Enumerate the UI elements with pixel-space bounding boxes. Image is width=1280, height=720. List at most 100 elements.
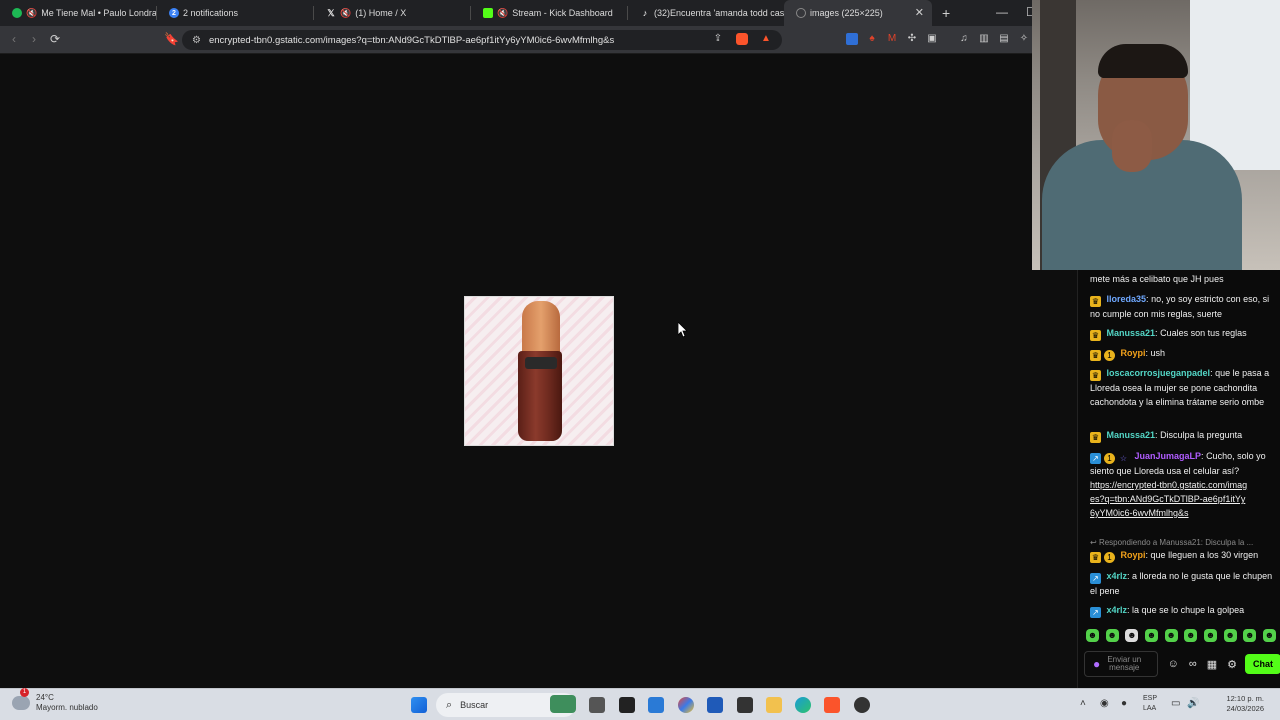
emote-picker-icon[interactable]: ☺ [1168, 658, 1179, 670]
product-image-leather-phone-case[interactable] [464, 296, 614, 446]
webcam-person-hair [1098, 44, 1188, 78]
emote-icon[interactable]: ☻ [1203, 629, 1217, 642]
chat-username[interactable]: JuanJumagaLP [1135, 451, 1202, 461]
send-chat-button[interactable]: Chat [1245, 654, 1280, 674]
settings-gear-icon[interactable]: ⚙ [1227, 658, 1237, 671]
crown-badge-icon: ♛ [1090, 330, 1101, 341]
media-app-icon[interactable] [737, 697, 753, 713]
microphone-icon[interactable]: ● [1093, 657, 1100, 671]
brave-browser-icon[interactable] [824, 697, 840, 713]
tab-kick-dashboard[interactable]: 🔇 Stream - Kick Dashboard [471, 0, 627, 26]
chat-username[interactable]: Roypi [1121, 348, 1146, 358]
emote-icon[interactable]: ☻ [1105, 629, 1119, 642]
chat-message: ↗ 1 ☆ JuanJumagaLP: Cucho, solo yo siento … [1090, 451, 1266, 520]
obs-studio-icon[interactable] [854, 697, 870, 713]
edge-browser-icon[interactable] [795, 697, 811, 713]
wallet-icon[interactable]: ▤ [998, 33, 1010, 45]
chat-input-bar: ● Enviar un mensaje ☺ ∞ ▦ ⚙ Chat [1084, 649, 1280, 679]
reload-button[interactable]: ⟳ [50, 32, 60, 46]
chat-username[interactable]: lloreda35 [1107, 294, 1147, 304]
tab-spotify[interactable]: 🔇 Me Tiene Mal • Paulo Londra [0, 0, 156, 26]
muted-speaker-icon[interactable]: 🔇 [26, 8, 37, 19]
muted-speaker-icon[interactable]: 🔇 [340, 8, 351, 19]
media-control-icon[interactable]: ♫ [958, 33, 970, 45]
chat-username[interactable]: Roypi [1121, 550, 1146, 560]
crown-badge-icon: ♛ [1090, 296, 1101, 307]
muted-speaker-icon[interactable]: 🔇 [497, 8, 508, 19]
case-phone-shape [525, 357, 557, 369]
sidebar-icon[interactable]: ▥ [978, 33, 990, 45]
new-tab-button[interactable]: + [942, 5, 950, 21]
tab-images-active[interactable]: images (225×225) ✕ [784, 0, 932, 26]
image-viewer-page [0, 55, 1077, 688]
tab-notifications[interactable]: 2 2 notifications [157, 0, 313, 26]
task-view-icon[interactable] [589, 697, 605, 713]
channel-points-icon[interactable]: ∞ [1189, 658, 1197, 670]
forward-button[interactable]: › [32, 32, 36, 46]
leo-ai-icon[interactable]: ✧ [1018, 33, 1030, 45]
globe-icon [796, 8, 806, 18]
stream-chat-panel: mete más a celibato que JH pues ♛ llored… [1077, 270, 1280, 688]
store-icon[interactable]: ▦ [1207, 658, 1217, 671]
screenshot-icon[interactable]: ▣ [926, 33, 938, 45]
brave-shields-icon[interactable] [736, 33, 748, 45]
minimize-window-button[interactable]: — [996, 5, 1008, 19]
subscriber-badge-icon: 1 [1104, 350, 1115, 361]
microphone-tray-icon[interactable]: ● [1121, 698, 1127, 709]
snipping-tool-icon[interactable] [648, 697, 664, 713]
extension-icon[interactable]: M [886, 33, 898, 45]
tab-x-home[interactable]: 𝕏 🔇 (1) Home / X [314, 0, 470, 26]
volume-icon[interactable]: 🔊 [1187, 698, 1199, 709]
close-tab-icon[interactable]: ✕ [915, 6, 924, 19]
browser-tab-strip: 🔇 Me Tiene Mal • Paulo Londra 2 2 notifi… [0, 0, 1040, 26]
chat-link[interactable]: https://encrypted-tbn0.gstatic.com/image… [1090, 478, 1250, 520]
brave-rewards-icon[interactable]: ▲ [760, 33, 772, 45]
search-highlight-icon[interactable] [550, 695, 576, 713]
subscriber-badge-icon: 1 [1104, 453, 1115, 464]
store-app-icon[interactable] [707, 697, 723, 713]
bookmark-icon[interactable]: 🔖 [164, 32, 179, 46]
extension-icon[interactable]: ♠ [866, 33, 878, 45]
system-clock[interactable]: 12:10 p. m. 24/03/2026 [1208, 694, 1264, 714]
share-icon[interactable]: ⇪ [712, 33, 724, 45]
chat-username[interactable]: x4rlz [1107, 605, 1128, 615]
tab-label: Me Tiene Mal • Paulo Londra [41, 8, 156, 18]
emote-icon[interactable]: ☻ [1223, 629, 1237, 642]
chat-message-input[interactable]: ● Enviar un mensaje [1084, 651, 1158, 677]
emote-icon[interactable]: ☻ [1086, 629, 1099, 642]
star-badge-icon: ☆ [1119, 454, 1128, 463]
emote-icon[interactable]: ☻ [1184, 629, 1198, 642]
emote-icon[interactable]: ☻ [1262, 629, 1276, 642]
back-button[interactable]: ‹ [12, 32, 16, 46]
file-explorer-icon[interactable] [766, 697, 782, 713]
language-indicator[interactable]: ESP LAA [1143, 694, 1157, 714]
tiktok-icon: ♪ [642, 8, 648, 18]
tab-tiktok[interactable]: ♪ (32)Encuentra 'amanda todd caso' [628, 0, 784, 26]
tray-app-icon[interactable]: ◉ [1100, 698, 1109, 709]
chat-username[interactable]: loscacorrosjueganpadel [1107, 368, 1211, 378]
translate-extension-icon[interactable] [846, 33, 858, 45]
windows-start-icon[interactable] [411, 697, 427, 713]
tab-label: (1) Home / X [355, 8, 407, 18]
chat-username[interactable]: Manussa21 [1107, 430, 1156, 440]
weather-widget[interactable]: 1 24°C Mayorm. nublado [12, 688, 98, 713]
subscriber-badge-icon: 1 [1104, 552, 1115, 563]
browser-toolbar: ‹ › ⟳ 🔖 ⚙ encrypted-tbn0.gstatic.com/ima… [0, 26, 1040, 54]
copilot-icon[interactable] [678, 697, 694, 713]
webcam-overlay [1032, 0, 1280, 270]
crown-badge-icon: ♛ [1090, 350, 1101, 361]
extensions-puzzle-icon[interactable]: ✣ [906, 33, 918, 45]
chat-username[interactable]: x4rlz [1107, 571, 1128, 581]
emote-icon[interactable]: ☻ [1125, 629, 1139, 642]
site-settings-icon[interactable]: ⚙ [192, 35, 201, 46]
address-bar[interactable]: ⚙ encrypted-tbn0.gstatic.com/images?q=tb… [182, 30, 782, 50]
emote-icon[interactable]: ☻ [1243, 629, 1257, 642]
crown-badge-icon: ♛ [1090, 552, 1101, 563]
chat-username[interactable]: Manussa21 [1107, 328, 1156, 338]
show-hidden-icons-chevron-icon[interactable]: ˄ [1080, 698, 1086, 709]
terminal-app-icon[interactable] [619, 697, 635, 713]
network-icon[interactable]: ▭ [1171, 698, 1180, 709]
emote-icon[interactable]: ☻ [1144, 629, 1158, 642]
kick-icon [483, 8, 493, 18]
emote-icon[interactable]: ☻ [1164, 629, 1178, 642]
